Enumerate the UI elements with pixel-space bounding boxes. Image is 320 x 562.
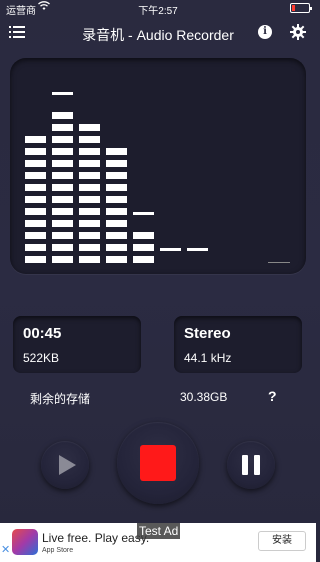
play-icon: [59, 455, 76, 475]
recording-size: 522KB: [23, 351, 60, 365]
eq-segment: [79, 244, 100, 251]
ad-headline[interactable]: Live free. Play easy.: [42, 531, 149, 545]
eq-segment: [52, 136, 73, 143]
eq-segment: [52, 208, 73, 215]
eq-segment: [79, 184, 100, 191]
eq-segment: [79, 160, 100, 167]
stop-record-button[interactable]: [117, 422, 199, 504]
gear-icon[interactable]: [290, 24, 306, 40]
eq-segment: [25, 196, 46, 203]
eq-segment: [106, 208, 127, 215]
pause-icon: [242, 455, 248, 475]
eq-segment: [25, 148, 46, 155]
eq-segment: [52, 172, 73, 179]
eq-segment: [25, 256, 46, 263]
ad-store-label: App Store: [42, 547, 74, 554]
ad-store-badge: App Store: [42, 547, 73, 554]
eq-segment: [106, 244, 127, 251]
eq-segment: [106, 196, 127, 203]
eq-segment: [106, 256, 127, 263]
eq-segment: [79, 124, 100, 131]
eq-segment: [25, 172, 46, 179]
storage-label: 剩余的存储: [30, 392, 91, 406]
eq-segment: [133, 232, 154, 239]
ad-banner[interactable]: ✕ Live free. Play easy. App Store Test A…: [0, 523, 316, 562]
eq-segment: [79, 172, 100, 179]
help-icon[interactable]: ?: [268, 388, 277, 404]
storage-value: 30.38GB: [180, 390, 228, 404]
eq-segment: [52, 112, 73, 119]
eq-segment: [52, 244, 73, 251]
eq-segment: [79, 220, 100, 227]
eq-segment: [25, 136, 46, 143]
recording-duration: 00:45: [23, 325, 62, 342]
eq-segment: [133, 256, 154, 263]
eq-segment: [52, 256, 73, 263]
recording-info-card: 00:45 522KB: [13, 316, 141, 373]
status-bar: 运营商 下午2:57: [0, 0, 316, 17]
play-button[interactable]: [41, 441, 89, 489]
eq-segment: [25, 220, 46, 227]
eq-segment: [106, 172, 127, 179]
eq-peak: [133, 212, 154, 215]
eq-segment: [79, 196, 100, 203]
eq-peak: [52, 92, 73, 95]
eq-segment: [52, 232, 73, 239]
eq-segment: [25, 184, 46, 191]
ad-install-button[interactable]: 安装: [258, 531, 306, 551]
eq-segment: [25, 232, 46, 239]
eq-segment: [106, 220, 127, 227]
eq-segment: [106, 184, 127, 191]
ad-close-icon[interactable]: ✕: [1, 543, 11, 557]
eq-peak: [160, 248, 181, 251]
ad-app-icon[interactable]: [12, 529, 38, 555]
pause-button[interactable]: [227, 441, 275, 489]
eq-segment: [106, 148, 127, 155]
eq-segment: [79, 256, 100, 263]
eq-segment: [79, 232, 100, 239]
eq-segment: [52, 184, 73, 191]
audio-sample-rate: 44.1 kHz: [184, 351, 232, 365]
audio-format-card: Stereo 44.1 kHz: [174, 316, 302, 373]
eq-segment: [79, 148, 100, 155]
eq-segment: [52, 148, 73, 155]
eq-segment: [52, 220, 73, 227]
eq-segment: [25, 244, 46, 251]
eq-segment: [52, 124, 73, 131]
eq-segment: [133, 244, 154, 251]
eq-segment: [25, 208, 46, 215]
pause-icon: [254, 455, 260, 475]
stop-icon: [140, 445, 176, 481]
audio-channels: Stereo: [184, 325, 231, 342]
nav-bar: 录音机 - Audio Recorder i: [0, 18, 316, 48]
eq-segment: [106, 160, 127, 167]
eq-segment: [79, 208, 100, 215]
eq-segment: [25, 160, 46, 167]
test-ad-label: Test Ad: [137, 523, 181, 539]
eq-segment: [106, 232, 127, 239]
visualizer-baseline: [268, 262, 290, 263]
eq-segment: [52, 160, 73, 167]
info-icon[interactable]: i: [258, 25, 272, 39]
eq-segment: [52, 196, 73, 203]
eq-segment: [79, 136, 100, 143]
status-time: 下午2:57: [138, 6, 178, 17]
battery-icon: [290, 3, 312, 13]
battery-level-fill: [292, 5, 295, 11]
eq-peak: [187, 248, 208, 251]
audio-level-visualizer: [10, 58, 306, 274]
